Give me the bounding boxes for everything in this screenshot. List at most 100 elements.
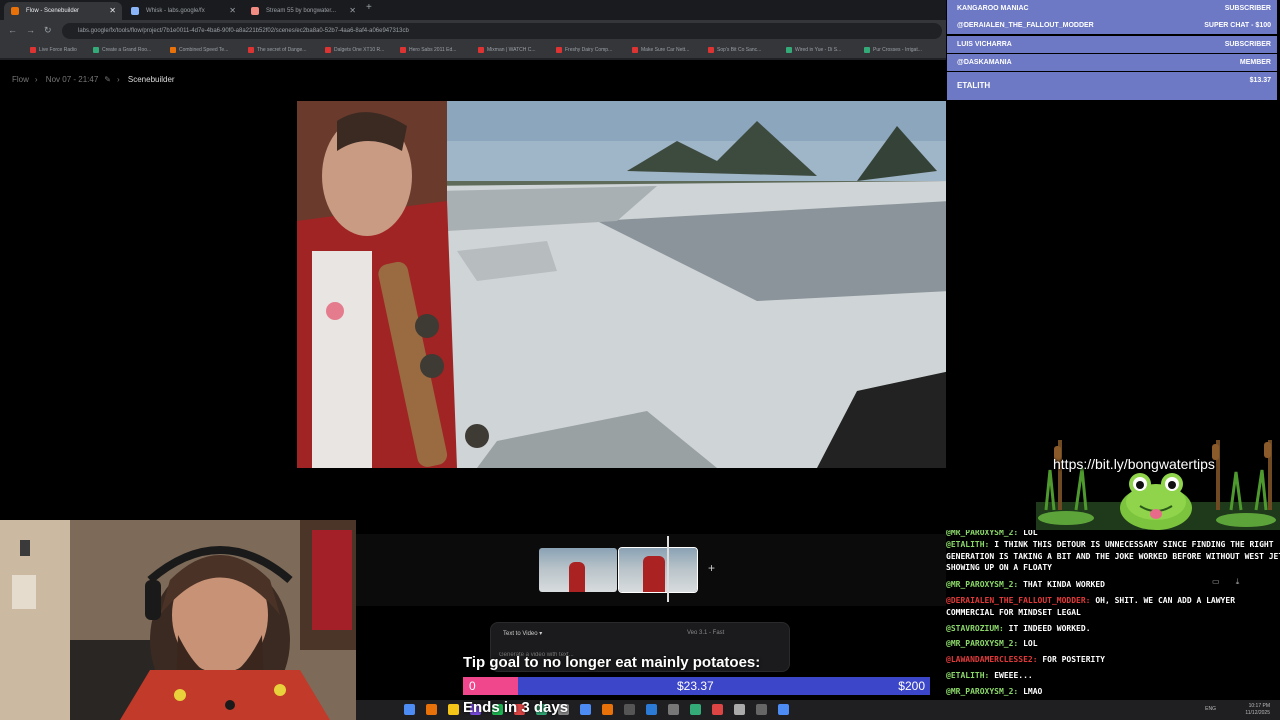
download-icon[interactable]: ⤓ — [1236, 577, 1240, 586]
bookmark-item[interactable]: Make Sure Car Nett... — [632, 45, 689, 55]
bookmark-item[interactable]: Combined Speed Te... — [170, 45, 228, 55]
taskbar-app-icon[interactable] — [624, 704, 635, 715]
taskbar-app-icon[interactable] — [668, 704, 679, 715]
chat-message: COMMERCIAL FOR MINDSET LEGAL — [946, 608, 1276, 618]
tip-link[interactable]: https://bit.ly/bongwatertips — [1053, 456, 1215, 472]
taskbar-app-icon[interactable] — [712, 704, 723, 715]
tab-stream[interactable]: Stream 55 by bongwater... ✕ — [244, 2, 362, 20]
forward-icon[interactable]: → — [26, 25, 35, 35]
bookmark-item[interactable]: Create a Grand Roo... — [93, 45, 151, 55]
chat-text: COMMERCIAL FOR MINDSET LEGAL — [946, 607, 1081, 617]
video-preview[interactable] — [297, 101, 950, 468]
chat-message: @ETALITH: EWEEE... — [946, 671, 1276, 681]
close-tab-icon[interactable]: ✕ — [109, 2, 116, 20]
taskbar-app-icon[interactable] — [602, 704, 613, 715]
chat-message: @MR_PAROXYSM_2: LMAO — [946, 687, 1276, 697]
new-tab-button[interactable]: + — [366, 2, 372, 13]
address-bar[interactable]: labs.google/fx/tools/flow/project/7b1e00… — [62, 23, 942, 39]
breadcrumb: Flow › Nov 07 - 21:47 ✎ › Scenebuilder — [12, 75, 181, 84]
chat-username[interactable]: @MR_PAROXYSM_2: — [946, 639, 1018, 648]
taskbar-app-icon[interactable] — [448, 704, 459, 715]
tip-goal-target: $200 — [898, 679, 925, 693]
chat-text: SHOWING UP ON A FLOATY — [946, 563, 1052, 573]
chat-text: THAT KINDA WORKED — [1023, 580, 1105, 590]
tab-flow[interactable]: Flow - Scenebuilder ✕ — [4, 2, 122, 20]
tab-whisk[interactable]: Whisk - labs.google/fx ✕ — [124, 2, 242, 20]
chat-text: GENERATION IS TAKING A BIT AND THE JOKE … — [946, 551, 1280, 561]
mode-dropdown[interactable]: Text to Video ▾ — [503, 630, 542, 637]
back-icon[interactable]: ← — [8, 25, 17, 35]
bookmark-item[interactable]: Wired in Yue - Di S... — [786, 45, 841, 55]
bookmark-item[interactable]: Live Force Radio — [30, 45, 77, 55]
stream-favicon-icon — [251, 7, 259, 15]
chat-message: @DERAIALEN_THE_FALLOUT_MODDER: OH, SHIT.… — [946, 596, 1276, 606]
chat-panel: @MR_PAROXYSM_2: LOL @ETALITH: I THINK THI… — [946, 530, 1280, 700]
close-tab-icon[interactable]: ✕ — [349, 2, 356, 20]
bookmark-item[interactable]: Hero Sabs 2011 Ed... — [400, 45, 456, 55]
chat-message: @MR_PAROXYSM_2: LOL — [946, 530, 1276, 538]
bookmark-item[interactable]: Dalgets One XT10 R... — [325, 45, 384, 55]
model-selector[interactable]: Veo 3.1 - Fast — [687, 630, 724, 636]
frog-mascot-image — [1036, 440, 1280, 530]
chat-username[interactable]: @MR_PAROXYSM_2: — [946, 687, 1018, 696]
chat-username[interactable]: @STAVROZIUM: — [946, 624, 1004, 633]
bookmark-favicon-icon — [325, 47, 331, 53]
breadcrumb-separator-icon: › — [34, 75, 38, 84]
chat-message: SHOWING UP ON A FLOATY — [946, 563, 1276, 573]
taskbar-app-icon[interactable] — [734, 704, 745, 715]
flow-favicon-icon — [11, 7, 19, 15]
edit-icon[interactable]: ✎ — [104, 75, 111, 84]
breadcrumb-project[interactable]: Nov 07 - 21:47 — [46, 75, 98, 84]
playhead-handle[interactable] — [667, 536, 669, 602]
timeline-clip[interactable] — [539, 548, 617, 592]
chat-username[interactable]: @MR_PAROXYSM_2: — [946, 580, 1018, 589]
clip-preview-image — [569, 562, 585, 592]
taskbar-app-icon[interactable] — [580, 704, 591, 715]
reload-icon[interactable]: ↻ — [44, 25, 52, 36]
chat-message: @STAVROZIUM: IT INDEED WORKED. — [946, 624, 1276, 634]
chat-username[interactable]: @ETALITH: — [946, 671, 989, 680]
webcam-overlay — [0, 520, 356, 720]
stream-alerts: KANGAROO MANIAC SUBSCRIBER @DERAIALEN_THE… — [946, 0, 1280, 100]
bookmark-favicon-icon — [632, 47, 638, 53]
timeline-clip-selected[interactable] — [618, 547, 698, 593]
tray-language[interactable]: ENG — [1205, 706, 1216, 712]
chat-username[interactable]: @MR_PAROXYSM_2: — [946, 530, 1018, 537]
breadcrumb-flow[interactable]: Flow — [12, 75, 29, 84]
bookmark-favicon-icon — [786, 47, 792, 53]
tip-goal-start: 0 — [469, 679, 476, 693]
taskbar-app-icon[interactable] — [778, 704, 789, 715]
taskbar-app-icon[interactable] — [426, 704, 437, 715]
system-tray: 10:17 PM 11/12/2025 — [1245, 703, 1270, 717]
taskbar-app-icon[interactable] — [690, 704, 701, 715]
chat-username[interactable]: @ETALITH: — [946, 540, 989, 549]
chat-text: LOL — [1023, 639, 1038, 649]
taskbar-app-icon[interactable] — [756, 704, 767, 715]
bookmark-favicon-icon — [556, 47, 562, 53]
add-clip-button[interactable]: + — [708, 561, 715, 575]
skatepark-frame-image — [297, 101, 950, 468]
taskbar-app-icon[interactable] — [646, 704, 657, 715]
bookmark-item[interactable]: The secret of Dange... — [248, 45, 306, 55]
bookmark-favicon-icon — [248, 47, 254, 53]
whisk-favicon-icon — [131, 7, 139, 15]
chat-text: I THINK THIS DETOUR IS UNNECESSARY SINCE… — [994, 539, 1274, 549]
bookmark-item[interactable]: Sop's Bit Co Sanc... — [708, 45, 761, 55]
close-tab-icon[interactable]: ✕ — [229, 2, 236, 20]
tip-goal-current: $23.37 — [677, 679, 714, 693]
alert-item: @DASKAMANIA MEMBER — [947, 54, 1277, 71]
bookmark-item[interactable]: Freshy Dairy Comp... — [556, 45, 612, 55]
alert-item: KANGAROO MANIAC SUBSCRIBER — [947, 0, 1277, 17]
bookmark-favicon-icon — [708, 47, 714, 53]
clip-preview-image — [643, 556, 665, 592]
bookmark-item[interactable]: Mixman | WATCH C... — [478, 45, 536, 55]
chat-username[interactable]: @DERAIALEN_THE_FALLOUT_MODDER: — [946, 596, 1091, 605]
bookmark-favicon-icon — [478, 47, 484, 53]
browser-toolbar: ← → ↻ labs.google/fx/tools/flow/project/… — [0, 20, 946, 42]
keyboard-icon[interactable]: ▭ — [1212, 577, 1220, 586]
taskbar-app-icon[interactable] — [404, 704, 415, 715]
bookmark-item[interactable]: Pur Crosses - Irrigat... — [864, 45, 922, 55]
tab-strip: Flow - Scenebuilder ✕ Whisk - labs.googl… — [0, 0, 946, 20]
streamer-webcam-image — [0, 520, 356, 720]
chat-username[interactable]: @LAWANDAMERCLESSE2: — [946, 655, 1038, 664]
